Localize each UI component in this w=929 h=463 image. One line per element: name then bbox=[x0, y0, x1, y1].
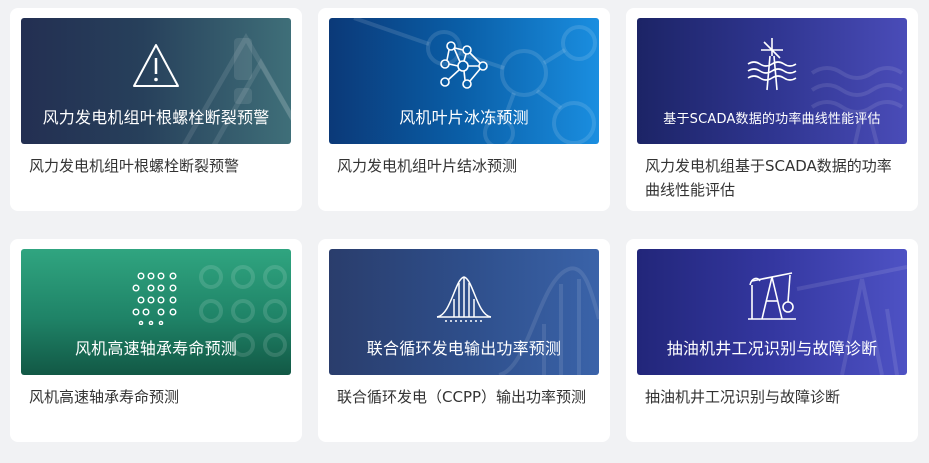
case-card-blade-icing[interactable]: 风机叶片冰冻预测 风力发电机组叶片结冰预测 bbox=[318, 8, 610, 211]
card-banner[interactable]: 基于SCADA数据的功率曲线性能评估 bbox=[637, 18, 907, 144]
card-description: 抽油机井工况识别与故障诊断 bbox=[645, 388, 841, 406]
case-card-pump-jack[interactable]: 抽油机井工况识别与故障诊断 抽油机井工况识别与故障诊断 bbox=[626, 239, 918, 442]
banner-title: 基于SCADA数据的功率曲线性能评估 bbox=[663, 112, 881, 127]
card-description: 联合循环发电（CCPP）输出功率预测 bbox=[337, 388, 587, 406]
network-icon bbox=[440, 41, 488, 89]
card-description: 风力发电机组基于SCADA数据的功率曲线性能评估 bbox=[645, 157, 892, 199]
banner-title: 风机叶片冰冻预测 bbox=[399, 108, 529, 127]
case-card-bolt-fracture[interactable]: 风力发电机组叶根螺栓断裂预警 风力发电机组叶根螺栓断裂预警 bbox=[10, 8, 302, 211]
card-banner[interactable]: 抽油机井工况识别与故障诊断 bbox=[637, 249, 907, 375]
distribution-curve-icon bbox=[436, 276, 492, 322]
warning-icon bbox=[133, 44, 179, 87]
card-banner[interactable]: 联合循环发电输出功率预测 bbox=[329, 249, 599, 375]
dot-grid-icon bbox=[132, 272, 177, 325]
card-banner[interactable]: 风机叶片冰冻预测 bbox=[329, 18, 599, 144]
banner-title: 抽油机井工况识别与故障诊断 bbox=[666, 339, 878, 358]
card-description: 风力发电机组叶片结冰预测 bbox=[337, 157, 518, 175]
card-description: 风机高速轴承寿命预测 bbox=[29, 388, 180, 406]
case-card-power-curve[interactable]: 基于SCADA数据的功率曲线性能评估 风力发电机组基于SCADA数据的功率曲线性… bbox=[626, 8, 918, 211]
case-card-bearing-life[interactable]: 风机高速轴承寿命预测 风机高速轴承寿命预测 bbox=[10, 239, 302, 442]
banner-title: 风机高速轴承寿命预测 bbox=[74, 339, 237, 358]
wind-turbine-icon bbox=[747, 38, 797, 91]
pump-jack-icon bbox=[748, 272, 796, 320]
banner-title: 风力发电机组叶根螺栓断裂预警 bbox=[42, 108, 270, 127]
card-banner[interactable]: 风机高速轴承寿命预测 bbox=[21, 249, 291, 375]
case-card-ccpp-power[interactable]: 联合循环发电输出功率预测 联合循环发电（CCPP）输出功率预测 bbox=[318, 239, 610, 442]
banner-title: 联合循环发电输出功率预测 bbox=[366, 339, 562, 358]
card-banner[interactable]: 风力发电机组叶根螺栓断裂预警 bbox=[21, 18, 291, 144]
card-description: 风力发电机组叶根螺栓断裂预警 bbox=[29, 157, 240, 175]
